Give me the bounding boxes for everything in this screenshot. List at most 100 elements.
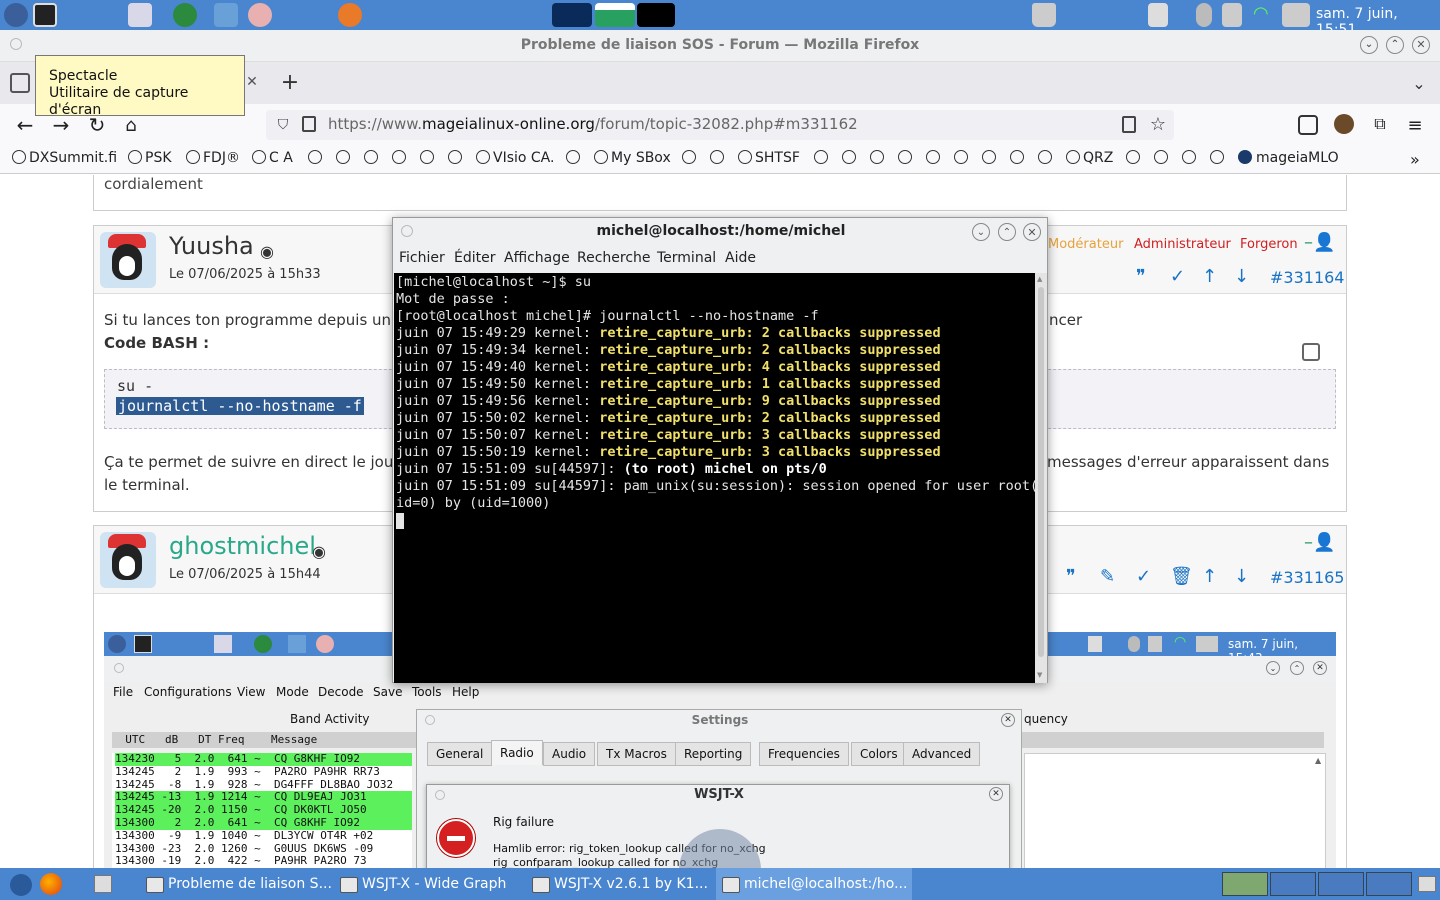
menu-fichier[interactable]: Fichier [399, 250, 445, 266]
bookmark-globe[interactable] [1182, 150, 1199, 166]
trash-icon[interactable] [1032, 3, 1056, 27]
bookmark-globe[interactable] [814, 150, 831, 166]
trash-icon[interactable]: 🗑 [1170, 566, 1193, 587]
message-link[interactable]: #331164 [1270, 268, 1344, 287]
terminal-scrollbar[interactable]: ▲ ▼ [1035, 273, 1047, 683]
microphone-icon[interactable] [1196, 3, 1212, 27]
bookmark-globe[interactable] [710, 150, 727, 166]
task-terminal[interactable]: michel@localhost:/ho... [716, 868, 912, 900]
bookmark-globe[interactable] [364, 150, 381, 166]
show-desktop-icon[interactable] [1418, 876, 1436, 892]
reader-view-icon[interactable] [1122, 116, 1136, 133]
workspace-3[interactable] [1318, 872, 1364, 896]
terminal-output[interactable]: [michel@localhost ~]$ su Mot de passe : [r… [394, 273, 1035, 683]
battery-icon[interactable] [1282, 3, 1310, 27]
close-icon[interactable]: ✕ [1412, 36, 1430, 54]
author-name[interactable]: ghostmichel [169, 532, 316, 560]
menu-icon[interactable]: ≡ [1404, 114, 1426, 136]
arrow-down-icon[interactable]: ↓ [1234, 266, 1249, 287]
task-firefox[interactable]: Probleme de liaison S... [140, 868, 336, 900]
app-launcher-icon[interactable] [4, 3, 28, 27]
clipboard-icon[interactable] [1148, 3, 1168, 27]
terminal-launcher-icon[interactable] [33, 3, 57, 27]
bookmark-globe[interactable] [448, 150, 465, 166]
bookmark-globe[interactable] [954, 150, 971, 166]
new-tab-icon[interactable]: + [279, 70, 301, 95]
pocket-icon[interactable] [1298, 115, 1318, 135]
task-wsjtx[interactable]: WSJT-X v2.6.1 by K1... [526, 868, 716, 900]
account-icon[interactable] [1334, 114, 1354, 134]
app-menu-icon[interactable] [10, 874, 32, 896]
menu-affichage[interactable]: Affichage [504, 250, 570, 266]
extensions-icon[interactable]: ⧉ [1370, 114, 1390, 134]
check-icon[interactable]: ✓ [1170, 266, 1185, 287]
maximize-icon[interactable]: ⌃ [998, 223, 1016, 241]
firefox-launcher-icon[interactable] [40, 873, 62, 895]
task-wsjtx-wide-graph[interactable]: WSJT-X - Wide Graph [334, 868, 524, 900]
radar-launcher-icon[interactable] [248, 3, 272, 27]
tracking-protection-icon[interactable]: ⛉ [274, 115, 292, 135]
bookmark-fdj[interactable]: FDJ® [186, 150, 240, 166]
volume-icon[interactable] [1222, 3, 1242, 27]
bookmark-mageiamlo[interactable]: mageiaMLO [1238, 150, 1339, 166]
more-bookmarks-icon[interactable]: » [1410, 150, 1420, 169]
bookmark-visio[interactable]: VIsio CA. [476, 150, 554, 166]
bookmark-globe[interactable] [1038, 150, 1055, 166]
menu-aide[interactable]: Aide [725, 250, 756, 266]
bookmark-mysbox[interactable]: My SBox [594, 150, 671, 166]
menu-terminal[interactable]: Terminal [657, 250, 716, 266]
minimize-icon[interactable]: ⌄ [1360, 36, 1378, 54]
globe-launcher-icon[interactable] [173, 3, 197, 27]
workspace-4[interactable] [1366, 872, 1412, 896]
message-link[interactable]: #331165 [1270, 568, 1344, 587]
bookmark-globe[interactable] [1154, 150, 1171, 166]
bookmark-globe[interactable] [420, 150, 437, 166]
arrow-down-icon[interactable]: ↓ [1234, 566, 1249, 587]
bookmark-globe[interactable] [392, 150, 409, 166]
ubuntu-like-launcher-icon[interactable] [338, 3, 362, 27]
file-manager-icon[interactable] [94, 875, 112, 893]
screenshot-launcher-icon[interactable] [128, 3, 152, 27]
bookmark-globe[interactable] [308, 150, 325, 166]
bookmark-qrz[interactable]: QRZ [1066, 150, 1113, 166]
bookmark-star-icon[interactable]: ☆ [1148, 114, 1168, 135]
bookmark-psk[interactable]: PSK [128, 150, 172, 166]
bookmark-globe[interactable] [1126, 150, 1143, 166]
bookmark-globe[interactable] [982, 150, 999, 166]
bookmark-shtsf[interactable]: SHTSF [738, 150, 800, 166]
url-bar[interactable]: ⛉ https://www.mageialinux-online.org/for… [266, 110, 1174, 140]
bookmark-globe[interactable] [870, 150, 887, 166]
tab-list-icon[interactable] [10, 73, 30, 93]
bookmark-globe[interactable] [898, 150, 915, 166]
arrow-up-icon[interactable]: ↑ [1202, 266, 1217, 287]
bookmark-globe[interactable] [682, 150, 699, 166]
graphics-launcher-icon[interactable] [214, 3, 238, 27]
scroll-down-icon[interactable]: ▼ [1037, 671, 1042, 679]
minimize-icon[interactable]: ⌄ [972, 223, 990, 241]
workspace-2[interactable] [1270, 872, 1316, 896]
copy-icon[interactable] [1302, 343, 1320, 361]
arrow-up-icon[interactable]: ↑ [1202, 566, 1217, 587]
bookmark-globe[interactable] [336, 150, 353, 166]
bookmark-globe[interactable] [1210, 150, 1227, 166]
bookmark-globe[interactable] [566, 150, 583, 166]
bookmark-ca[interactable]: C A [252, 150, 293, 166]
menu-recherche[interactable]: Recherche [577, 250, 651, 266]
scroll-thumb[interactable] [1038, 287, 1044, 657]
close-tab-icon[interactable]: ✕ [244, 72, 260, 92]
close-icon[interactable]: ✕ [1023, 223, 1041, 241]
author-name[interactable]: Yuusha [169, 232, 254, 260]
scroll-up-icon[interactable]: ▲ [1037, 275, 1042, 283]
lock-icon[interactable] [302, 116, 316, 132]
maximize-icon[interactable]: ⌃ [1386, 36, 1404, 54]
back-icon[interactable]: ← [14, 113, 36, 137]
quote-icon[interactable]: ❞ [1066, 566, 1076, 587]
bookmark-globe[interactable] [926, 150, 943, 166]
bookmark-dxsummit[interactable]: DXSummit.fi [12, 150, 117, 166]
window-menu-icon[interactable] [10, 38, 22, 50]
menu-editer[interactable]: Éditer [454, 250, 495, 266]
terminal-window[interactable]: michel@localhost:/home/michel ⌄ ⌃ ✕ Fich… [392, 217, 1048, 683]
wifi-icon[interactable]: ◠ [1253, 3, 1277, 27]
check-icon[interactable]: ✓ [1136, 566, 1151, 587]
url-text[interactable]: https://www.mageialinux-online.org/forum… [328, 115, 858, 133]
